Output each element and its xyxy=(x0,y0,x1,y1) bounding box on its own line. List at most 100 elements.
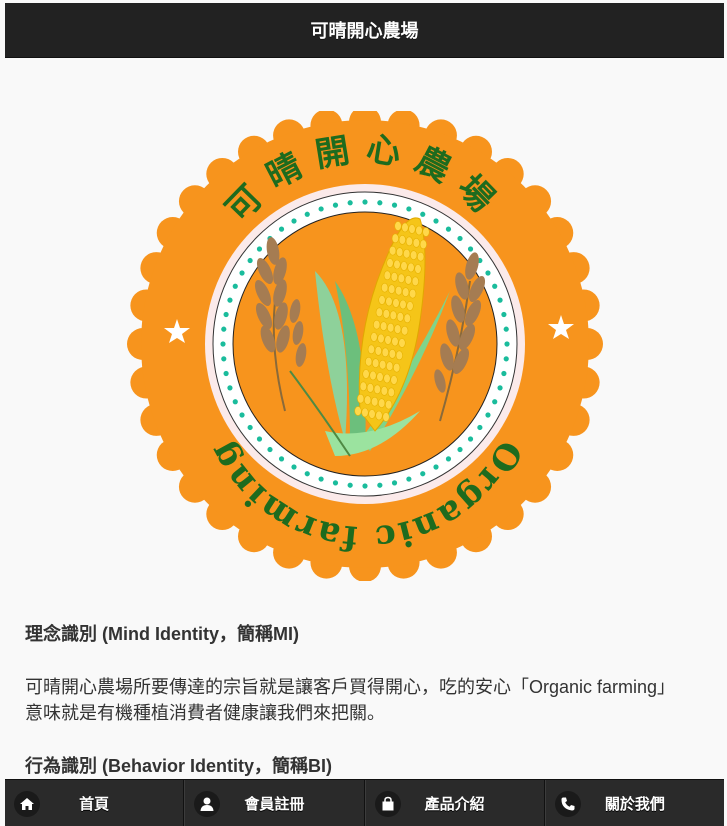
ring-dot xyxy=(247,257,253,264)
nav-products-label: 產品介紹 xyxy=(424,796,485,813)
corn-kernel xyxy=(370,332,378,342)
corn-kernel xyxy=(403,248,411,259)
nav-register-label: 會員註冊 xyxy=(244,796,305,813)
corn-kernel xyxy=(373,319,381,330)
ring-dot xyxy=(332,202,339,208)
corn-kernel xyxy=(379,359,387,370)
ring-dot xyxy=(406,206,412,212)
corn-kernel xyxy=(407,262,415,273)
corn-kernel xyxy=(408,224,416,234)
corn-kernel xyxy=(377,333,385,344)
corn-kernel xyxy=(387,322,395,333)
corn-kernel xyxy=(371,396,379,407)
corn-kernel xyxy=(386,361,394,371)
ring-dot xyxy=(291,218,297,224)
corn-kernel xyxy=(393,362,401,373)
corn-kernel xyxy=(359,381,367,392)
corn-kernel xyxy=(378,398,386,408)
corn-kernel xyxy=(378,295,386,305)
corn-kernel xyxy=(405,236,413,247)
corn-kernel xyxy=(372,358,380,368)
corn-kernel xyxy=(395,285,403,296)
corn-kernel xyxy=(387,387,395,398)
ring-dot xyxy=(492,283,498,289)
corn-kernel xyxy=(396,247,404,257)
corn-kernel xyxy=(390,272,398,282)
ring-dot xyxy=(406,476,412,482)
ring-dot xyxy=(467,436,474,442)
corn-kernel xyxy=(395,350,403,361)
corn-kernel xyxy=(382,309,390,319)
ring-dot xyxy=(247,424,253,431)
corn-kernel xyxy=(373,384,381,395)
ring-dot xyxy=(485,270,491,276)
ring-dot xyxy=(497,297,503,303)
corn-kernel xyxy=(406,301,414,311)
corn-kernel xyxy=(402,287,410,297)
nav-products[interactable]: 產品介紹 xyxy=(364,780,545,826)
corn-kernel xyxy=(384,335,392,345)
corn-kernel xyxy=(381,347,389,358)
ring-dot xyxy=(221,356,227,362)
ring-dot xyxy=(223,370,229,377)
corn-kernel xyxy=(404,275,412,285)
ring-dot xyxy=(227,297,233,303)
corn-kernel xyxy=(412,238,420,248)
corn-kernel xyxy=(396,312,404,322)
ring-dot xyxy=(420,471,426,477)
ring-dot xyxy=(467,246,474,252)
corn-kernel xyxy=(389,245,397,256)
ring-dot xyxy=(503,356,509,362)
ring-dot xyxy=(362,483,368,489)
ring-dot xyxy=(477,424,483,431)
corn-kernel xyxy=(365,356,373,367)
corn-kernel xyxy=(375,410,383,421)
corn-kernel xyxy=(375,307,383,318)
corn-kernel xyxy=(398,338,406,348)
corn-kernel xyxy=(394,324,402,334)
farm-logo: 可晴開心農場 Organic farming xyxy=(127,111,603,581)
corn-kernel xyxy=(380,386,388,396)
ring-dot xyxy=(256,246,263,252)
ring-dot xyxy=(278,456,285,462)
ring-dot xyxy=(232,283,238,289)
corn-kernel xyxy=(409,288,417,299)
nav-home-label: 首頁 xyxy=(79,796,110,813)
nav-register[interactable]: 會員註冊 xyxy=(184,780,365,826)
ring-dot xyxy=(318,206,324,212)
corn-kernel xyxy=(361,407,369,418)
corn-kernel xyxy=(417,251,425,262)
corn-kernel xyxy=(381,282,389,293)
corn-kernel xyxy=(383,270,391,281)
corn-kernel xyxy=(400,261,408,271)
ring-dot xyxy=(332,480,339,486)
user-icon xyxy=(194,791,221,817)
corn-kernel xyxy=(401,325,409,336)
ring-dot xyxy=(391,202,398,208)
ring-dot xyxy=(347,482,353,488)
ring-dot xyxy=(377,200,383,206)
nav-home[interactable]: 首頁 xyxy=(5,780,185,826)
header-bar: 可晴開心農場 xyxy=(5,3,724,58)
ring-dot xyxy=(391,480,398,486)
corn-kernel xyxy=(411,276,419,287)
corn-kernel xyxy=(388,284,396,294)
ring-dot xyxy=(420,211,426,217)
corn-kernel xyxy=(383,373,391,384)
ring-dot xyxy=(267,446,273,453)
nav-about-label: 關於我們 xyxy=(604,796,665,813)
nav-about[interactable]: 關於我們 xyxy=(544,780,724,826)
ring-dot xyxy=(485,412,491,418)
corn-kernel xyxy=(385,296,393,307)
ring-dot xyxy=(504,341,510,347)
ring-dot xyxy=(457,446,463,453)
ring-dot xyxy=(501,311,507,318)
corn-kernel xyxy=(397,273,405,284)
corn-kernel xyxy=(414,264,422,274)
corn-kernel xyxy=(389,310,397,321)
corn-kernel xyxy=(374,346,382,356)
corn-kernel xyxy=(362,369,370,379)
corn-kernel xyxy=(399,299,407,310)
corn-kernel xyxy=(392,298,400,308)
corn-kernel xyxy=(380,321,388,331)
